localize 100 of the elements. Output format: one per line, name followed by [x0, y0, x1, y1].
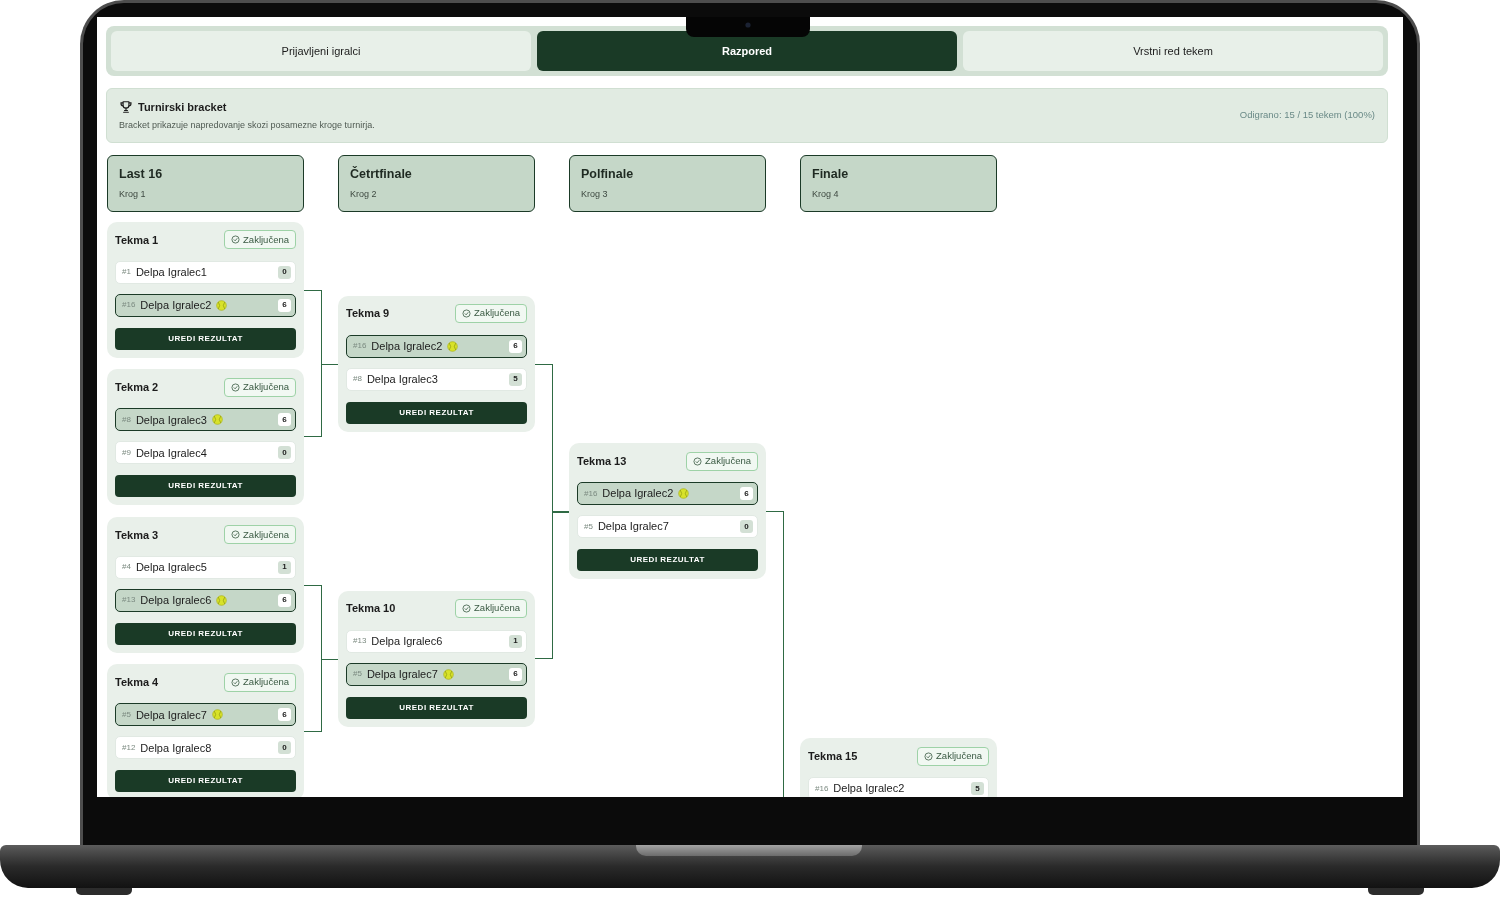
- tab[interactable]: Razpored: [537, 31, 957, 71]
- player-score: 1: [509, 634, 522, 648]
- edit-result-button[interactable]: UREDI REZULTAT: [115, 622, 296, 645]
- check-circle-icon: [231, 530, 241, 540]
- player-name: Delpa Igralec2: [140, 298, 212, 313]
- match-title: Tekma 1: [115, 232, 159, 248]
- status-label: Zaključena: [705, 453, 751, 468]
- status-label: Zaključena: [474, 306, 520, 321]
- player-score: 0: [278, 446, 291, 460]
- seed-number: #4: [122, 561, 131, 574]
- player-name: Delpa Igralec2: [833, 781, 905, 797]
- player-score: 6: [278, 593, 291, 607]
- seed-number: #9: [122, 446, 131, 459]
- player-name: Delpa Igralec5: [135, 560, 207, 575]
- player-score: 5: [971, 782, 984, 795]
- player-score: 6: [740, 487, 753, 500]
- edit-result-button[interactable]: UREDI REZULTAT: [115, 475, 296, 498]
- player-name: Delpa Igralec2: [602, 486, 674, 502]
- tennis-ball-icon: [442, 668, 454, 680]
- player-name: Delpa Igralec1: [135, 265, 207, 280]
- seed-number: #16: [353, 340, 367, 352]
- check-circle-icon: [231, 235, 241, 245]
- laptop-foot: [1368, 888, 1424, 895]
- status-label: Zaključena: [243, 675, 289, 690]
- tennis-ball-icon: [216, 299, 228, 311]
- player-name: Delpa Igralec6: [140, 593, 212, 608]
- player-score: 5: [509, 372, 522, 386]
- seed-number: #12: [122, 741, 136, 754]
- player-score: 6: [509, 667, 522, 681]
- player-name: Delpa Igralec2: [371, 338, 443, 354]
- player-score: 0: [740, 520, 753, 533]
- seed-number: #16: [815, 782, 829, 795]
- check-circle-icon: [924, 751, 934, 761]
- match-title: Tekma 3: [115, 527, 159, 543]
- status-label: Zaključena: [243, 527, 289, 542]
- round-subtitle: Krog 1: [119, 188, 147, 202]
- player-score: 0: [278, 265, 291, 279]
- player-score: 6: [278, 413, 291, 427]
- round-title: Finale: [812, 166, 850, 184]
- seed-number: #16: [122, 299, 136, 312]
- edit-result-button[interactable]: UREDI REZULTAT: [115, 770, 296, 793]
- seed-number: #5: [122, 708, 131, 721]
- player-name: Delpa Igralec6: [371, 633, 443, 649]
- player-score: 6: [509, 339, 522, 353]
- check-circle-icon: [231, 382, 241, 392]
- player-name: Delpa Igralec8: [140, 740, 212, 756]
- player-name: Delpa Igralec7: [597, 519, 669, 535]
- tab[interactable]: Prijavljeni igralci: [111, 31, 531, 71]
- status-label: Zaključena: [474, 601, 520, 616]
- tennis-ball-icon: [447, 340, 459, 352]
- panel-title: Turnirski bracket: [138, 100, 227, 115]
- seed-number: #13: [353, 635, 367, 647]
- match-title: Tekma 4: [115, 675, 159, 690]
- panel-description: Bracket prikazuje napredovanje skozi posamezne kroge turnirja.: [119, 118, 375, 132]
- seed-number: #16: [584, 487, 598, 500]
- match-title: Tekma 10: [346, 601, 396, 617]
- trophy-icon: [119, 100, 133, 115]
- check-circle-icon: [462, 309, 472, 318]
- check-circle-icon: [693, 456, 703, 466]
- player-score: 1: [278, 560, 291, 574]
- player-name: Delpa Igralec3: [135, 412, 207, 428]
- seed-number: #8: [122, 413, 131, 426]
- round-subtitle: Krog 2: [350, 188, 378, 202]
- seed-number: #13: [122, 594, 136, 607]
- seed-number: #5: [353, 668, 362, 680]
- player-score: 0: [278, 741, 291, 755]
- seed-number: #8: [353, 373, 362, 385]
- check-circle-icon: [231, 677, 241, 687]
- match-title: Tekma 2: [115, 380, 159, 395]
- player-name: Delpa Igralec7: [135, 707, 207, 723]
- tennis-ball-icon: [678, 488, 690, 499]
- seed-number: #5: [584, 520, 593, 533]
- match-title: Tekma 13: [577, 453, 627, 469]
- player-name: Delpa Igralec4: [135, 445, 207, 461]
- tennis-ball-icon: [211, 414, 223, 426]
- progress-text: Odigrano: 15 / 15 tekem (100%): [1239, 108, 1375, 123]
- status-label: Zaključena: [243, 380, 289, 395]
- status-label: Zaključena: [243, 232, 289, 247]
- edit-result-button[interactable]: UREDI REZULTAT: [346, 401, 527, 424]
- round-subtitle: Krog 3: [581, 188, 609, 202]
- round-title: Četrtfinale: [350, 165, 413, 184]
- laptop-foot: [76, 888, 132, 895]
- edit-result-button[interactable]: UREDI REZULTAT: [346, 696, 527, 719]
- edit-result-button[interactable]: UREDI REZULTAT: [115, 327, 296, 350]
- match-title: Tekma 15: [808, 748, 858, 764]
- match-title: Tekma 9: [346, 306, 390, 322]
- round-subtitle: Krog 4: [812, 188, 840, 202]
- player-name: Delpa Igralec7: [366, 666, 438, 682]
- round-title: Last 16: [119, 166, 164, 184]
- tennis-ball-icon: [211, 709, 223, 721]
- player-score: 6: [278, 708, 291, 722]
- status-label: Zaključena: [936, 748, 982, 763]
- round-title: Polfinale: [581, 166, 635, 184]
- check-circle-icon: [462, 604, 472, 613]
- player-name: Delpa Igralec3: [366, 371, 438, 387]
- tab[interactable]: Vrstni red tekem: [963, 31, 1383, 71]
- seed-number: #1: [122, 266, 131, 279]
- edit-result-button[interactable]: UREDI REZULTAT: [577, 549, 758, 571]
- player-score: 6: [278, 298, 291, 312]
- tennis-ball-icon: [216, 594, 228, 606]
